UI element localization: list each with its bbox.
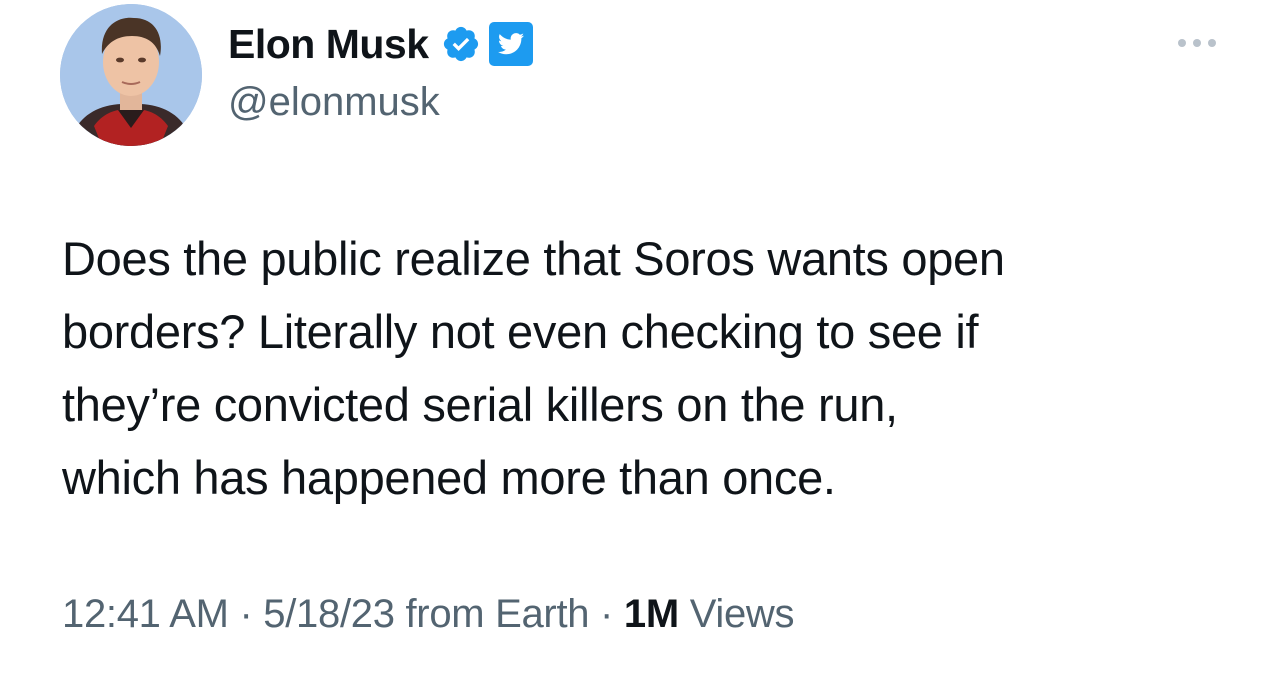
- author-name-row: Elon Musk: [228, 16, 534, 72]
- views-count[interactable]: 1M: [624, 592, 679, 636]
- author-display-name[interactable]: Elon Musk: [228, 21, 429, 68]
- tweet-card: Elon Musk @elonmusk Does the public real…: [0, 0, 1284, 679]
- tweet-metadata: 12:41 AM · 5/18/23 from Earth · 1M Views: [62, 592, 794, 637]
- tweet-text-line: which has happened more than once.: [62, 451, 836, 504]
- tweet-text-line: they’re convicted serial killers on the …: [62, 378, 898, 431]
- more-options-icon[interactable]: [1172, 30, 1222, 56]
- twitter-bird-icon[interactable]: [488, 21, 534, 67]
- avatar[interactable]: [60, 4, 202, 146]
- meta-separator: ·: [600, 592, 614, 636]
- tweet-text-line: borders? Literally not even checking to …: [62, 305, 979, 358]
- tweet-text: Does the public realize that Soros wants…: [62, 222, 1242, 514]
- author-handle[interactable]: @elonmusk: [228, 80, 440, 125]
- tweet-source: from Earth: [405, 592, 590, 636]
- tweet-time[interactable]: 12:41 AM: [62, 592, 229, 636]
- tweet-text-line: Does the public realize that Soros wants…: [62, 232, 1005, 285]
- verified-badge-icon[interactable]: [441, 24, 481, 64]
- views-label[interactable]: Views: [690, 592, 795, 636]
- meta-separator: ·: [239, 592, 253, 636]
- tweet-date[interactable]: 5/18/23: [263, 592, 395, 636]
